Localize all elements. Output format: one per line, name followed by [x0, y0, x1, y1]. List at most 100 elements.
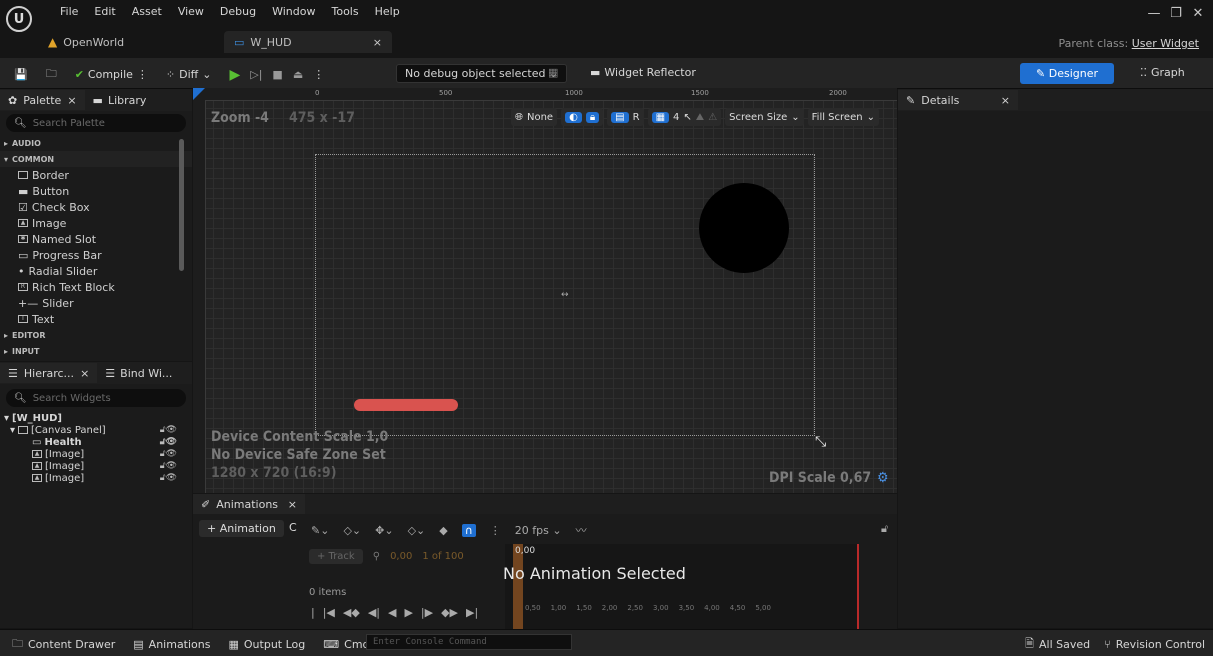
tree-image[interactable]: ▲ [Image] 🔓︎👁︎	[4, 472, 177, 484]
compile-button[interactable]: ✔ Compile ⋮	[75, 68, 148, 81]
close-tab-icon[interactable]: ×	[288, 498, 297, 511]
curve-icon[interactable]: 〰	[576, 522, 587, 538]
close-tab-icon[interactable]: ×	[1001, 94, 1010, 107]
tab-openworld[interactable]: ▲ OpenWorld	[38, 31, 134, 53]
next-key-icon[interactable]: ◆▶	[441, 606, 458, 619]
palette-item-button[interactable]: ▬ Button	[0, 183, 192, 199]
menu-view[interactable]: View	[178, 5, 204, 18]
key-icon[interactable]: ✎⌄	[311, 524, 329, 537]
stop-icon[interactable]: ■	[272, 68, 282, 81]
designer-button[interactable]: ✎ Designer	[1020, 63, 1114, 84]
palette-item-slider[interactable]: +— Slider	[0, 295, 192, 311]
palette-item-image[interactable]: ▲ Image	[0, 215, 192, 231]
lock-visibility-icons[interactable]: 🔓︎👁︎	[160, 437, 177, 447]
palette-item-radial-slider[interactable]: • Radial Slider	[0, 263, 192, 279]
close-tab-icon[interactable]: ×	[373, 36, 382, 49]
category-audio[interactable]: ▸ AUDIO	[0, 135, 192, 151]
more-icon[interactable]: ⋮	[137, 68, 148, 81]
lock-visibility-icons[interactable]: 🔓︎👁︎	[160, 449, 177, 459]
timeline-area[interactable]: 0,00 0,50 1,00 1,50 2,00 2,50 3,00 3,50 …	[505, 544, 859, 629]
revision-control-button[interactable]: ⑂ Revision Control	[1104, 638, 1205, 651]
prev-key-icon[interactable]: ◀◆	[343, 606, 360, 619]
designer-viewport[interactable]: 0 500 1000 1500 2000 Zoom -4 475 x -17 🌐…	[193, 88, 897, 493]
tab-bind-widgets[interactable]: ☰ Bind Wi...	[97, 367, 180, 380]
keyframe-icon[interactable]: ◇⌄	[408, 524, 426, 537]
play-reverse-icon[interactable]: ◀	[388, 606, 396, 619]
set-start-icon[interactable]: |	[311, 606, 315, 619]
browse-icon[interactable]: 🗀	[46, 65, 57, 84]
close-tab-icon[interactable]: ×	[67, 94, 76, 107]
animation-search-icon[interactable]: C	[289, 521, 297, 534]
restore-icon[interactable]: ❐	[1165, 6, 1187, 21]
all-saved-button[interactable]: 🗎 All Saved	[1025, 635, 1090, 654]
menu-edit[interactable]: Edit	[94, 5, 115, 18]
fill-screen-dropdown[interactable]: Fill Screen ⌄	[807, 108, 879, 126]
lock-toggle[interactable]: ◐ 🔒︎	[561, 108, 604, 126]
jump-end-icon[interactable]: ▶|	[466, 606, 478, 619]
screen-size-dropdown[interactable]: Screen Size ⌄	[725, 108, 804, 126]
category-common[interactable]: ▾ COMMON	[0, 151, 192, 167]
step-icon[interactable]: ▷|	[250, 68, 262, 81]
image-circle[interactable]	[699, 183, 789, 273]
gear-icon[interactable]: ⚙	[877, 470, 888, 486]
tab-details[interactable]: ✎ Details ×	[898, 90, 1018, 110]
tab-animations[interactable]: ✐ Animations ×	[193, 494, 305, 514]
lock-icon[interactable]: 🔓︎	[881, 522, 888, 536]
animations-drawer-button[interactable]: ▤ Animations	[133, 638, 210, 651]
palette-item-rich-text-block[interactable]: R Rich Text Block	[0, 279, 192, 295]
step-forward-icon[interactable]: |▶	[421, 606, 433, 619]
output-log-button[interactable]: ▦ Output Log	[228, 638, 305, 651]
unreal-logo-icon[interactable]: U	[6, 6, 32, 32]
jump-start-icon[interactable]: |◀	[323, 606, 335, 619]
step-back-icon[interactable]: ◀|	[368, 606, 380, 619]
lock-visibility-icons[interactable]: 🔓︎👁︎	[160, 473, 177, 483]
palette-item-text[interactable]: T Text	[0, 311, 192, 327]
tab-hierarchy[interactable]: ☰ Hierarc... ×	[0, 363, 98, 383]
menu-file[interactable]: File	[60, 5, 78, 18]
diamond-icon[interactable]: ◆	[439, 524, 447, 537]
resize-handle-icon[interactable]: ⤡	[815, 434, 826, 450]
grid-snap-toggle[interactable]: ▦ 4 ↖ ⛰ ⚠	[647, 108, 722, 126]
play-icon[interactable]: ▶	[404, 606, 412, 619]
palette-item-progress-bar[interactable]: ▭ Progress Bar	[0, 247, 192, 263]
transform-icon[interactable]: ✥⌄	[375, 524, 393, 537]
menu-help[interactable]: Help	[375, 5, 400, 18]
eye-icon[interactable]: ◇⌄	[343, 524, 361, 537]
tree-root-w-hud[interactable]: ▾ [W_HUD]	[4, 412, 177, 424]
widget-search-input[interactable]: 🔍︎ Search Widgets	[6, 389, 186, 407]
debug-object-combo[interactable]: No debug object selected ⌄	[396, 64, 568, 83]
palette-item-named-slot[interactable]: ✱ Named Slot	[0, 231, 192, 247]
content-drawer-button[interactable]: 🗀 Content Drawer	[12, 635, 115, 654]
tab-palette[interactable]: ✿ Palette ×	[0, 90, 85, 110]
menu-window[interactable]: Window	[272, 5, 315, 18]
menu-asset[interactable]: Asset	[132, 5, 162, 18]
play-icon[interactable]: ▶	[229, 67, 240, 83]
add-track-button[interactable]: + Track	[309, 549, 363, 564]
magnet-icon[interactable]: ∩	[461, 523, 476, 537]
save-icon[interactable]: 💾	[14, 68, 28, 81]
menu-debug[interactable]: Debug	[220, 5, 256, 18]
tree-health[interactable]: ▭ Health 🔓︎👁︎	[4, 436, 177, 448]
add-animation-button[interactable]: + Animation	[199, 520, 284, 537]
tree-image[interactable]: ▲ [Image] 🔓︎👁︎	[4, 460, 177, 472]
playhead[interactable]	[513, 544, 523, 629]
tab-library[interactable]: ▬ Library	[85, 94, 155, 107]
palette-scrollbar[interactable]	[179, 139, 184, 271]
lock-visibility-icons[interactable]: 🔓︎👁︎	[160, 425, 177, 435]
eject-icon[interactable]: ⏏	[293, 68, 303, 81]
filter-icon[interactable]: ⚲	[373, 551, 380, 562]
category-input[interactable]: ▸ INPUT	[0, 343, 192, 359]
close-icon[interactable]: ✕	[1187, 6, 1209, 21]
graph-button[interactable]: ⁚⁚ Graph	[1140, 66, 1185, 79]
palette-search-input[interactable]: 🔍︎ Search Palette	[6, 114, 186, 132]
tab-w-hud[interactable]: ▭ W_HUD ×	[224, 31, 392, 53]
menu-tools[interactable]: Tools	[331, 5, 358, 18]
tree-image[interactable]: ▲ [Image] 🔓︎👁︎	[4, 448, 177, 460]
tree-canvas-panel[interactable]: ▾ [Canvas Panel] 🔓︎👁︎	[4, 424, 177, 436]
lock-visibility-icons[interactable]: 🔓︎👁︎	[160, 461, 177, 471]
palette-item-check-box[interactable]: ☑ Check Box	[0, 199, 192, 215]
r-toggle[interactable]: ▤ R	[607, 108, 644, 126]
debug-filter-icon[interactable]: ▦	[548, 66, 558, 79]
parent-class-link[interactable]: User Widget	[1132, 37, 1199, 50]
minimize-icon[interactable]: —	[1143, 6, 1165, 21]
